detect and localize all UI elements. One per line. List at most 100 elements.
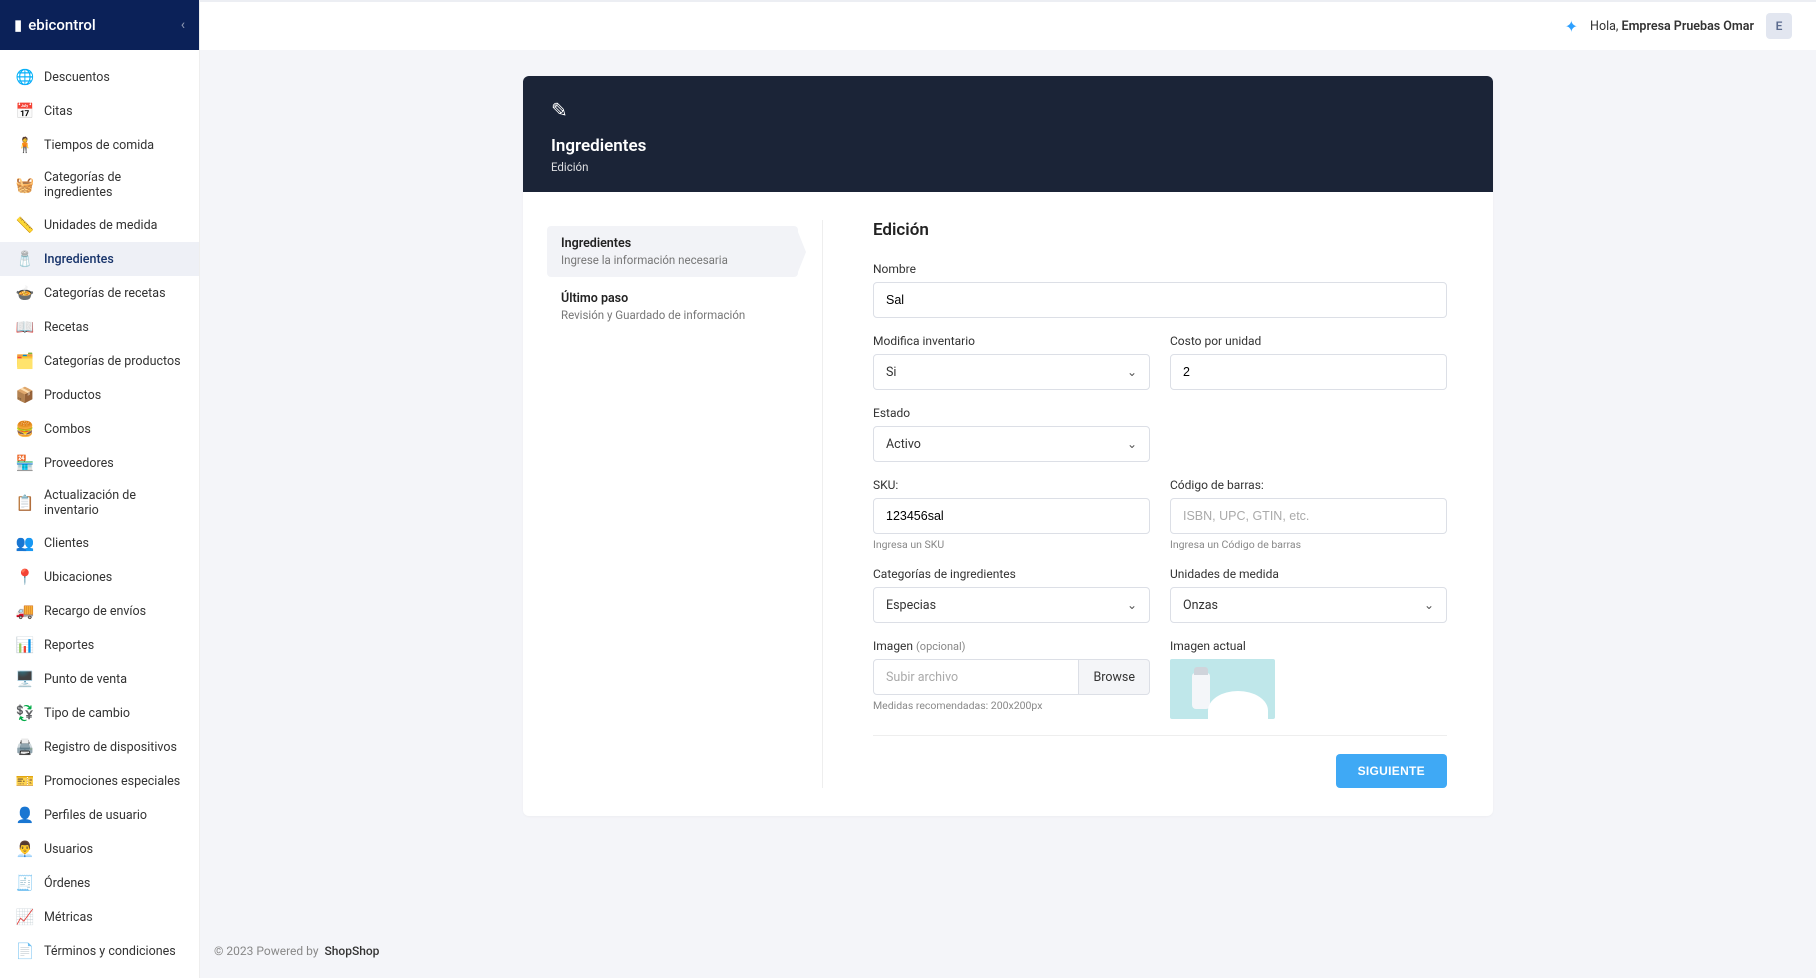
sidebar: ▮ ebicontrol ‹ 🌐Descuentos📅Citas 🧍 Tiempos… xyxy=(0,0,200,978)
sidebar-item-12[interactable]: 📋 Actualización de inventario xyxy=(0,480,199,526)
cat-select[interactable]: Especias ⌄ xyxy=(873,587,1150,623)
nav-label: Registro de dispositivos xyxy=(44,740,177,755)
sku-input[interactable] xyxy=(886,509,1137,523)
sidebar-item-0[interactable]: 🌐Descuentos xyxy=(0,60,199,94)
costo-input-wrap xyxy=(1170,354,1447,390)
barcode-hint: Ingresa un Código de barras xyxy=(1170,538,1447,551)
sidebar-collapse-icon[interactable]: ‹ xyxy=(181,17,185,33)
salt-shaker-icon xyxy=(1192,673,1210,709)
nav-label: Métricas xyxy=(44,910,93,925)
sidebar-item-6[interactable]: 🍲Categorías de recetas xyxy=(0,276,199,310)
sidebar-item-17[interactable]: 🖥️Punto de venta xyxy=(0,662,199,696)
sidebar-item-23[interactable]: 🧾Órdenes xyxy=(0,866,199,900)
step-0[interactable]: IngredientesIngrese la información neces… xyxy=(547,226,798,277)
step-title: Último paso xyxy=(561,291,784,306)
greeting: Hola, Empresa Pruebas Omar xyxy=(1590,19,1754,34)
sidebar-item-8[interactable]: 🗂️ Categorías de productos xyxy=(0,344,199,378)
nav-icon: 📄 xyxy=(16,942,34,960)
nav-icon: 💱 xyxy=(16,704,34,722)
next-button[interactable]: SIGUIENTE xyxy=(1336,754,1447,788)
nav-label: Actualización de inventario xyxy=(44,488,183,518)
nav-label: Tipo de cambio xyxy=(44,706,130,721)
sidebar-item-25[interactable]: 📄Términos y condiciones xyxy=(0,934,199,968)
nav-label: Proveedores xyxy=(44,456,114,471)
nav-icon: 👥 xyxy=(16,534,34,552)
chevron-down-icon: ⌄ xyxy=(1127,598,1137,612)
sidebar-item-16[interactable]: 📊Reportes xyxy=(0,628,199,662)
nav-icon: 📋 xyxy=(16,494,34,512)
page-title: Ingredientes xyxy=(551,136,1465,156)
card: ✎ Ingredientes Edición IngredientesIngre… xyxy=(523,76,1493,816)
sparkle-icon[interactable]: ✦ xyxy=(1565,17,1578,36)
sidebar-item-19[interactable]: 🖨️Registro de dispositivos xyxy=(0,730,199,764)
step-1[interactable]: Último paso Revisión y Guardado de inform… xyxy=(547,281,798,332)
steps-panel: IngredientesIngrese la información neces… xyxy=(523,220,823,788)
step-desc: Revisión y Guardado de información xyxy=(561,308,784,322)
main: ✦ Hola, Empresa Pruebas Omar E ✎ Ingredi… xyxy=(200,0,1816,978)
nav-icon: 🧍 xyxy=(16,136,34,154)
nav-label: Recetas xyxy=(44,320,89,335)
nav-label: Recargo de envíos xyxy=(44,604,146,619)
edit-form: Edición Nombre Modifica inven xyxy=(823,220,1493,788)
avatar[interactable]: E xyxy=(1766,13,1792,39)
sidebar-item-11[interactable]: 🏪Proveedores xyxy=(0,446,199,480)
sidebar-item-20[interactable]: 🎫Promociones especiales xyxy=(0,764,199,798)
sidebar-item-4[interactable]: 📏Unidades de medida xyxy=(0,208,199,242)
chevron-down-icon: ⌄ xyxy=(1127,365,1137,379)
nav-label: Punto de venta xyxy=(44,672,127,687)
sku-label: SKU: xyxy=(873,478,1150,492)
barcode-input[interactable] xyxy=(1183,509,1434,523)
sidebar-nav: 🌐Descuentos📅Citas 🧍 Tiempos de comida 🧺Cate… xyxy=(0,50,199,978)
form-actions: SIGUIENTE xyxy=(873,754,1447,788)
nav-icon: 🍔 xyxy=(16,420,34,438)
nav-label: Ingredientes xyxy=(44,252,114,267)
brand-logo: ▮ ebicontrol xyxy=(14,16,96,34)
sidebar-item-5[interactable]: 🧂 Ingredientes xyxy=(0,242,199,276)
unit-select[interactable]: Onzas ⌄ xyxy=(1170,587,1447,623)
nav-label: Categorías de productos xyxy=(44,354,181,369)
sidebar-item-21[interactable]: 👤Perfiles de usuario xyxy=(0,798,199,832)
footer-powered[interactable]: ShopShop xyxy=(324,944,379,958)
nav-icon: 🧂 xyxy=(16,250,34,268)
brand-name: ebicontrol xyxy=(28,16,95,34)
nav-icon: 🍲 xyxy=(16,284,34,302)
form-title: Edición xyxy=(873,220,1447,240)
modifica-select[interactable]: Si ⌄ xyxy=(873,354,1150,390)
barcode-input-wrap xyxy=(1170,498,1447,534)
page-subtitle: Edición xyxy=(551,160,1465,174)
sidebar-item-7[interactable]: 📖Recetas xyxy=(0,310,199,344)
img-label: Imagen (opcional) xyxy=(873,639,1150,653)
nav-label: Reportes xyxy=(44,638,94,653)
browse-button[interactable]: Browse xyxy=(1079,659,1150,695)
costo-input[interactable] xyxy=(1183,365,1434,379)
file-placeholder[interactable]: Subir archivo xyxy=(873,659,1079,695)
sidebar-item-15[interactable]: 🚚 Recargo de envíos xyxy=(0,594,199,628)
brand-icon: ▮ xyxy=(14,16,22,34)
nombre-input-wrap xyxy=(873,282,1447,318)
topbar: ✦ Hola, Empresa Pruebas Omar E xyxy=(200,0,1816,50)
nav-icon: 📅 xyxy=(16,102,34,120)
image-preview xyxy=(1170,659,1275,719)
nombre-input[interactable] xyxy=(886,293,1434,307)
img-optional: (opcional) xyxy=(916,640,965,653)
sidebar-item-24[interactable]: 📈Métricas xyxy=(0,900,199,934)
sidebar-item-1[interactable]: 📅Citas xyxy=(0,94,199,128)
sidebar-item-2[interactable]: 🧍 Tiempos de comida xyxy=(0,128,199,162)
sidebar-item-9[interactable]: 📦Productos xyxy=(0,378,199,412)
sidebar-item-10[interactable]: 🍔Combos xyxy=(0,412,199,446)
step-desc: Ingrese la información necesaria xyxy=(561,253,784,267)
nav-icon: 🚚 xyxy=(16,602,34,620)
nav-icon: 🧾 xyxy=(16,874,34,892)
sidebar-item-22[interactable]: 👨‍💼Usuarios xyxy=(0,832,199,866)
nav-label: Categorías de ingredientes xyxy=(44,170,183,200)
estado-select[interactable]: Activo ⌄ xyxy=(873,426,1150,462)
nav-label: Tiempos de comida xyxy=(44,138,154,153)
sidebar-item-14[interactable]: 📍Ubicaciones xyxy=(0,560,199,594)
sidebar-item-13[interactable]: 👥Clientes xyxy=(0,526,199,560)
sidebar-item-3[interactable]: 🧺Categorías de ingredientes xyxy=(0,162,199,208)
divider xyxy=(873,735,1447,736)
sidebar-item-18[interactable]: 💱 Tipo de cambio xyxy=(0,696,199,730)
unit-label: Unidades de medida xyxy=(1170,567,1447,581)
nav-icon: 🗂️ xyxy=(16,352,34,370)
greeting-user: Empresa Pruebas Omar xyxy=(1622,19,1754,34)
